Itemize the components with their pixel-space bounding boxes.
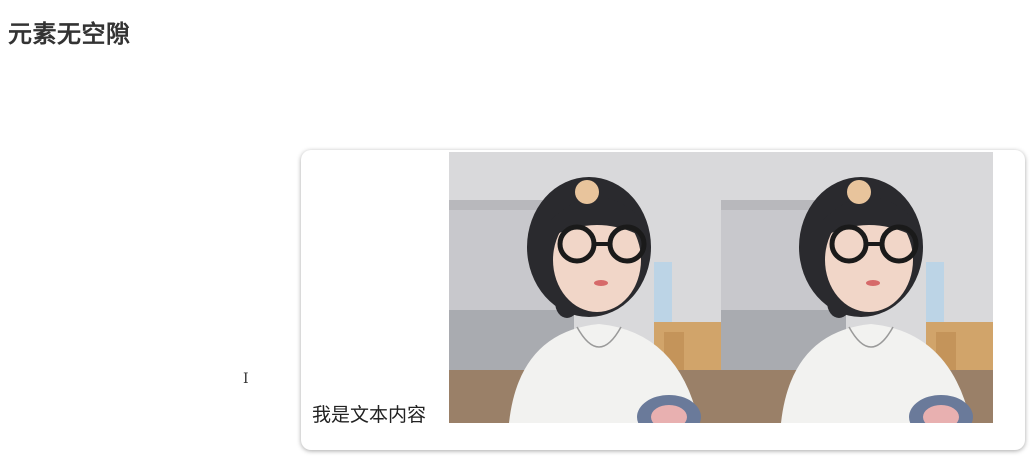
portrait-photo-2 bbox=[721, 152, 993, 423]
text-cursor-icon: I bbox=[243, 371, 249, 387]
demo-card: 我是文本内容 bbox=[301, 150, 1025, 450]
page-title: 元素无空隙 bbox=[8, 20, 131, 48]
card-text: 我是文本内容 bbox=[312, 404, 427, 426]
portrait-photo-1 bbox=[449, 152, 721, 423]
